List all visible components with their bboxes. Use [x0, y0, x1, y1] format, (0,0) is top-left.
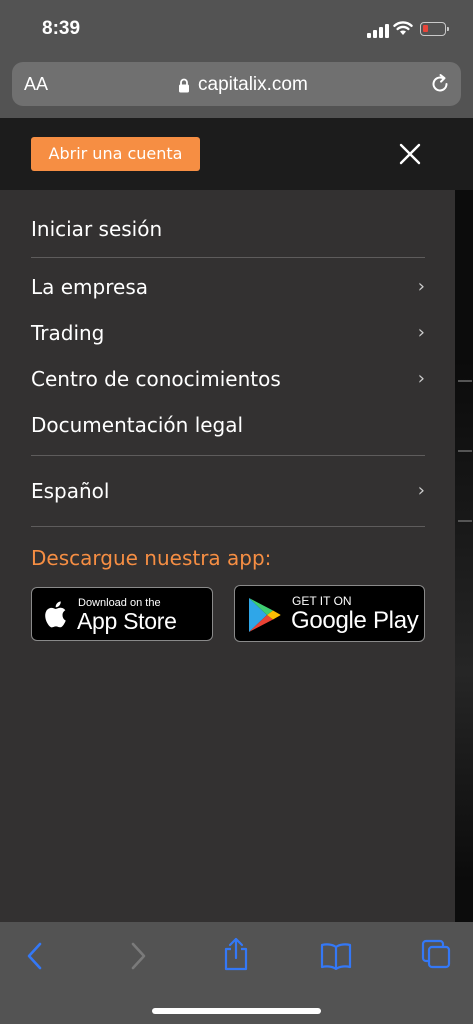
- google-play-small-text: GET IT ON: [292, 594, 352, 608]
- tabs-icon[interactable]: [421, 939, 451, 969]
- google-play-logo-icon: [249, 598, 281, 632]
- status-time: 8:39: [42, 18, 81, 39]
- battery-icon: [420, 22, 449, 36]
- forward-icon[interactable]: [127, 940, 149, 972]
- menu-header: Abrir una cuenta: [0, 118, 473, 190]
- menu-item-legal-docs[interactable]: Documentación legal: [31, 410, 425, 440]
- chevron-right-icon: ›: [417, 322, 425, 343]
- wifi-icon: [393, 21, 413, 35]
- lock-icon: [179, 78, 189, 92]
- address-bar[interactable]: AA capitalix.com: [12, 62, 461, 106]
- menu-item-label: Centro de conocimientos: [31, 367, 281, 391]
- google-play-button[interactable]: GET IT ON Google Play: [234, 585, 425, 642]
- apple-logo-icon: [45, 601, 66, 628]
- open-account-button[interactable]: Abrir una cuenta: [31, 137, 200, 171]
- google-play-big-text: Google Play: [291, 607, 419, 634]
- menu-item-label: Documentación legal: [31, 413, 244, 437]
- browser-toolbar: AA capitalix.com: [0, 58, 473, 118]
- divider: [31, 257, 425, 258]
- language-selector[interactable]: Español ›: [31, 476, 425, 506]
- url-text: capitalix.com: [198, 74, 308, 95]
- chevron-right-icon: ›: [417, 368, 425, 389]
- back-icon[interactable]: [24, 940, 46, 972]
- page-background-edge: [455, 190, 473, 922]
- signal-icon: [367, 24, 389, 38]
- menu-item-label: La empresa: [31, 275, 149, 299]
- url-display[interactable]: capitalix.com: [178, 74, 308, 96]
- status-bar: 8:39: [0, 0, 473, 58]
- divider: [31, 455, 425, 456]
- menu-item-company[interactable]: La empresa ›: [31, 272, 425, 302]
- chevron-right-icon: ›: [417, 480, 425, 501]
- language-label: Español: [31, 479, 110, 503]
- menu-item-knowledge-center[interactable]: Centro de conocimientos ›: [31, 364, 425, 394]
- app-download-title: Descargue nuestra app:: [31, 546, 272, 570]
- menu-item-trading[interactable]: Trading ›: [31, 318, 425, 348]
- reload-icon[interactable]: [429, 73, 451, 95]
- close-icon[interactable]: [398, 142, 422, 166]
- share-icon[interactable]: [222, 936, 250, 972]
- bookmarks-icon[interactable]: [320, 942, 352, 970]
- app-store-button[interactable]: Download on the App Store: [31, 587, 213, 641]
- app-store-big-text: App Store: [77, 608, 177, 634]
- menu-item-label: Trading: [31, 321, 105, 345]
- login-link[interactable]: Iniciar sesión: [31, 214, 425, 244]
- home-indicator: [152, 1008, 321, 1014]
- chevron-right-icon: ›: [417, 276, 425, 297]
- text-size-button[interactable]: AA: [24, 74, 48, 95]
- divider: [31, 526, 425, 527]
